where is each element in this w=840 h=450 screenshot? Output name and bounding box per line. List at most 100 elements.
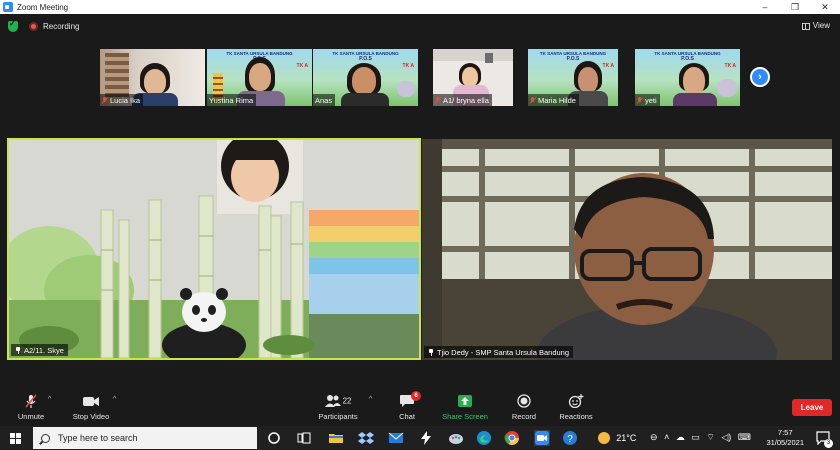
- next-page-button[interactable]: ›: [750, 67, 770, 87]
- muted-microphone-icon: [24, 394, 38, 409]
- participant-name-tag: Anas: [313, 94, 336, 106]
- leave-button[interactable]: Leave: [792, 399, 832, 416]
- participant-name-tag: yeti: [635, 94, 660, 106]
- video-feed-man: [422, 139, 832, 360]
- participant-face: [352, 67, 376, 95]
- tray-icons: ⊖ ˄ ☁ ▭ ⌔ ◁) ⌨: [650, 432, 751, 450]
- recording-label: Recording: [43, 22, 80, 31]
- unmute-button[interactable]: Unmute: [14, 394, 48, 421]
- zoom-app-icon: [3, 2, 13, 12]
- windows-taskbar: Type here to search ? 21°C ⊖ ˄ ☁ ▭ ⌔ ◁) …: [0, 426, 840, 450]
- pin-icon: [428, 348, 434, 356]
- muted-mic-icon: [435, 96, 441, 104]
- weather-widget[interactable]: 21°C: [598, 426, 636, 450]
- volume-icon[interactable]: ◁): [721, 432, 731, 442]
- record-icon: [517, 394, 531, 409]
- participant-thumbnail[interactable]: TK SANTA URSULA BANDUNG P.O.S TK A Anas: [313, 49, 418, 106]
- close-button[interactable]: ✕: [810, 0, 840, 14]
- gallery-grid-icon: [801, 22, 810, 30]
- network-icon[interactable]: ⌔: [706, 432, 714, 442]
- paint-icon[interactable]: [448, 430, 464, 446]
- participant-thumbnail[interactable]: A1/ bryna ella: [433, 49, 513, 106]
- participant-face: [462, 67, 478, 87]
- restore-button[interactable]: ❐: [780, 0, 810, 14]
- reactions-button[interactable]: Reactions: [556, 394, 596, 421]
- video-options-caret[interactable]: ^: [113, 396, 116, 403]
- temperature: 21°C: [616, 433, 637, 443]
- chrome-icon[interactable]: [504, 430, 520, 446]
- taskbar-search-box[interactable]: Type here to search: [33, 427, 257, 449]
- cortana-icon[interactable]: [266, 430, 282, 446]
- window-title: Zoom Meeting: [17, 2, 69, 12]
- active-speaker-video[interactable]: A2/11. Skye: [7, 138, 421, 360]
- video-feed-diorama: [9, 140, 419, 358]
- participants-options-caret[interactable]: ^: [369, 396, 372, 403]
- participant-name-tag: Maria Hilde: [528, 94, 579, 106]
- people-icon[interactable]: ⊖: [650, 432, 658, 442]
- muted-mic-icon: [102, 96, 108, 104]
- dropbox-icon[interactable]: [358, 430, 374, 446]
- meeting-top-bar: Recording View: [0, 14, 840, 38]
- mail-icon[interactable]: [388, 430, 404, 446]
- participant-name-tag: A2/11. Skye: [11, 344, 68, 356]
- bookshelf: [105, 53, 129, 97]
- participant-face: [683, 67, 705, 95]
- minimize-button[interactable]: –: [750, 0, 780, 14]
- zoom-taskbar-icon[interactable]: [534, 430, 550, 446]
- sun-icon: [598, 432, 610, 444]
- windows-start-icon[interactable]: [10, 433, 21, 444]
- meeting-controls-bar: Unmute ^ Stop Video ^ 22 Participants ^ …: [0, 390, 840, 426]
- edge-browser-icon[interactable]: [476, 430, 492, 446]
- participant-face: [578, 67, 598, 93]
- show-hidden-icons-chevron[interactable]: ˄: [664, 432, 669, 442]
- muted-mic-icon: [637, 96, 643, 104]
- muted-mic-icon: [530, 96, 536, 104]
- pin-icon: [15, 346, 21, 354]
- language-icon[interactable]: ⌨: [738, 432, 751, 442]
- share-screen-button[interactable]: Share Screen: [440, 394, 490, 421]
- power-automate-icon[interactable]: [418, 430, 434, 446]
- search-placeholder: Type here to search: [58, 433, 138, 443]
- chat-button[interactable]: 6 Chat: [392, 391, 422, 421]
- notification-count: 3: [824, 439, 833, 448]
- elephant-illustration: [397, 81, 415, 97]
- participant-thumbnail[interactable]: TK SANTA URSULA BANDUNG P.O.S TK A Maria…: [528, 49, 618, 106]
- clock-time: 7:57: [777, 428, 793, 437]
- recording-icon: [29, 22, 38, 31]
- clock-date: 31/05/2021: [766, 438, 804, 447]
- participants-icon: [324, 395, 341, 407]
- participant-thumbnail[interactable]: TK SANTA URSULA BANDUNG P.O.S TK A yeti: [635, 49, 740, 106]
- participant-face: [249, 63, 271, 91]
- view-label: View: [812, 21, 830, 30]
- onedrive-icon[interactable]: ☁: [676, 432, 685, 442]
- participant-face: [144, 69, 166, 95]
- title-bar: Zoom Meeting – ❐ ✕: [0, 0, 840, 14]
- stop-video-button[interactable]: Stop Video: [68, 394, 114, 421]
- emoji-icon: [568, 394, 584, 409]
- participant-name-tag: Tjio Dedy - SMP Santa Ursula Bandung: [424, 346, 574, 358]
- view-button[interactable]: View: [798, 18, 834, 34]
- window-controls: – ❐ ✕: [750, 0, 840, 14]
- help-icon[interactable]: ?: [562, 430, 578, 446]
- participant-name-tag: A1/ bryna ella: [433, 94, 492, 106]
- participant-thumbnail[interactable]: Lucia Ika: [100, 49, 205, 106]
- participant-thumbnail[interactable]: TK SANTA URSULA BANDUNG P.O.S TK A Yusti…: [207, 49, 312, 106]
- action-center-button[interactable]: 3: [816, 431, 833, 448]
- svg-text:?: ?: [567, 434, 573, 445]
- encryption-shield-icon[interactable]: [8, 19, 18, 32]
- chat-icon: 6: [399, 391, 421, 409]
- file-explorer-icon[interactable]: [328, 430, 344, 446]
- participant-name-tag: Yustina Rima: [207, 94, 257, 106]
- share-screen-icon: [457, 394, 473, 409]
- participants-button[interactable]: 22 Participants: [314, 394, 362, 421]
- record-button[interactable]: Record: [508, 394, 540, 421]
- video-camera-icon: [82, 394, 100, 409]
- participant-thumbnail-strip: Lucia Ika TK SANTA URSULA BANDUNG P.O.S …: [0, 49, 840, 106]
- battery-icon[interactable]: ▭: [691, 432, 700, 442]
- task-view-icon[interactable]: [296, 430, 312, 446]
- participant-video[interactable]: Tjio Dedy - SMP Santa Ursula Bandung: [422, 139, 832, 360]
- audio-options-caret[interactable]: ^: [48, 396, 51, 403]
- participant-name-tag: Lucia Ika: [100, 94, 144, 106]
- taskbar-clock[interactable]: 7:57 31/05/2021: [766, 428, 804, 448]
- participants-count: 22: [342, 396, 352, 406]
